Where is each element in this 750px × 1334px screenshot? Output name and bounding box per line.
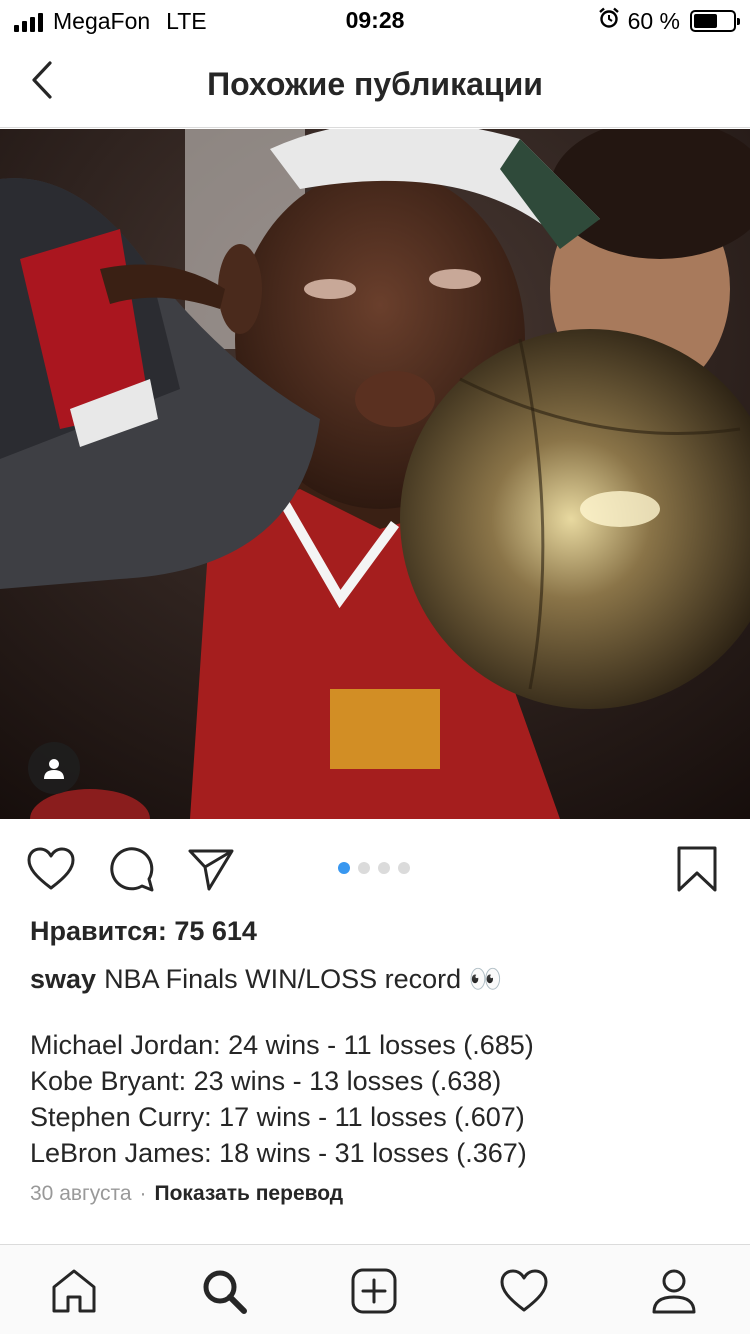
caption-text: NBA Finals WIN/LOSS record 👀 — [104, 964, 503, 994]
tab-new-post[interactable] — [346, 1263, 402, 1319]
bookmark-icon — [677, 846, 717, 892]
post-meta: 30 августа · Показать перевод — [30, 1182, 343, 1206]
share-button[interactable] — [186, 844, 236, 894]
post-actions — [0, 820, 750, 916]
nav-bar: Похожие публикации — [0, 40, 750, 128]
tab-profile[interactable] — [646, 1263, 702, 1319]
tab-search[interactable] — [196, 1263, 252, 1319]
stat-line: Stephen Curry: 17 wins - 11 losses (.607… — [30, 1102, 525, 1132]
save-button[interactable] — [672, 844, 722, 894]
alarm-icon — [598, 7, 620, 35]
like-button[interactable] — [26, 844, 76, 894]
heart-icon — [500, 1269, 548, 1312]
add-icon — [351, 1268, 397, 1314]
page-title: Похожие публикации — [207, 66, 543, 102]
carousel-dot — [358, 862, 370, 874]
comment-button[interactable] — [106, 844, 156, 894]
carousel-dot — [338, 862, 350, 874]
tab-bar — [0, 1244, 750, 1334]
caption-stats: Michael Jordan: 24 wins - 11 losses (.68… — [30, 1027, 730, 1171]
person-icon — [44, 759, 64, 779]
post-date: 30 августа — [30, 1182, 132, 1205]
battery-icon — [690, 10, 740, 32]
like-count[interactable]: Нравится: 75 614 — [30, 916, 257, 947]
carousel-indicator — [338, 862, 410, 874]
tagged-users-button[interactable] — [28, 742, 80, 794]
tab-home[interactable] — [46, 1263, 102, 1319]
caption-username[interactable]: sway — [30, 964, 96, 994]
stat-line: LeBron James: 18 wins - 31 losses (.367) — [30, 1138, 527, 1168]
comment-icon — [110, 847, 154, 892]
show-translation-link[interactable]: Показать перевод — [155, 1182, 344, 1206]
tab-activity[interactable] — [496, 1263, 552, 1319]
meta-separator: · — [139, 1182, 147, 1205]
profile-icon — [652, 1269, 696, 1314]
home-icon — [52, 1269, 96, 1313]
heart-icon — [27, 847, 75, 890]
share-icon — [188, 849, 234, 891]
stat-line: Michael Jordan: 24 wins - 11 losses (.68… — [30, 1030, 534, 1060]
stat-line: Kobe Bryant: 23 wins - 13 losses (.638) — [30, 1066, 502, 1096]
status-right: 60 % — [598, 7, 740, 35]
post-image[interactable] — [0, 129, 750, 819]
post-caption: sway NBA Finals WIN/LOSS record 👀 — [30, 962, 730, 996]
carousel-dot — [398, 862, 410, 874]
carousel-dot — [378, 862, 390, 874]
search-icon — [203, 1270, 247, 1314]
battery-percent: 60 % — [627, 7, 680, 34]
status-bar: MegaFon LTE 09:28 60 % — [0, 0, 750, 40]
